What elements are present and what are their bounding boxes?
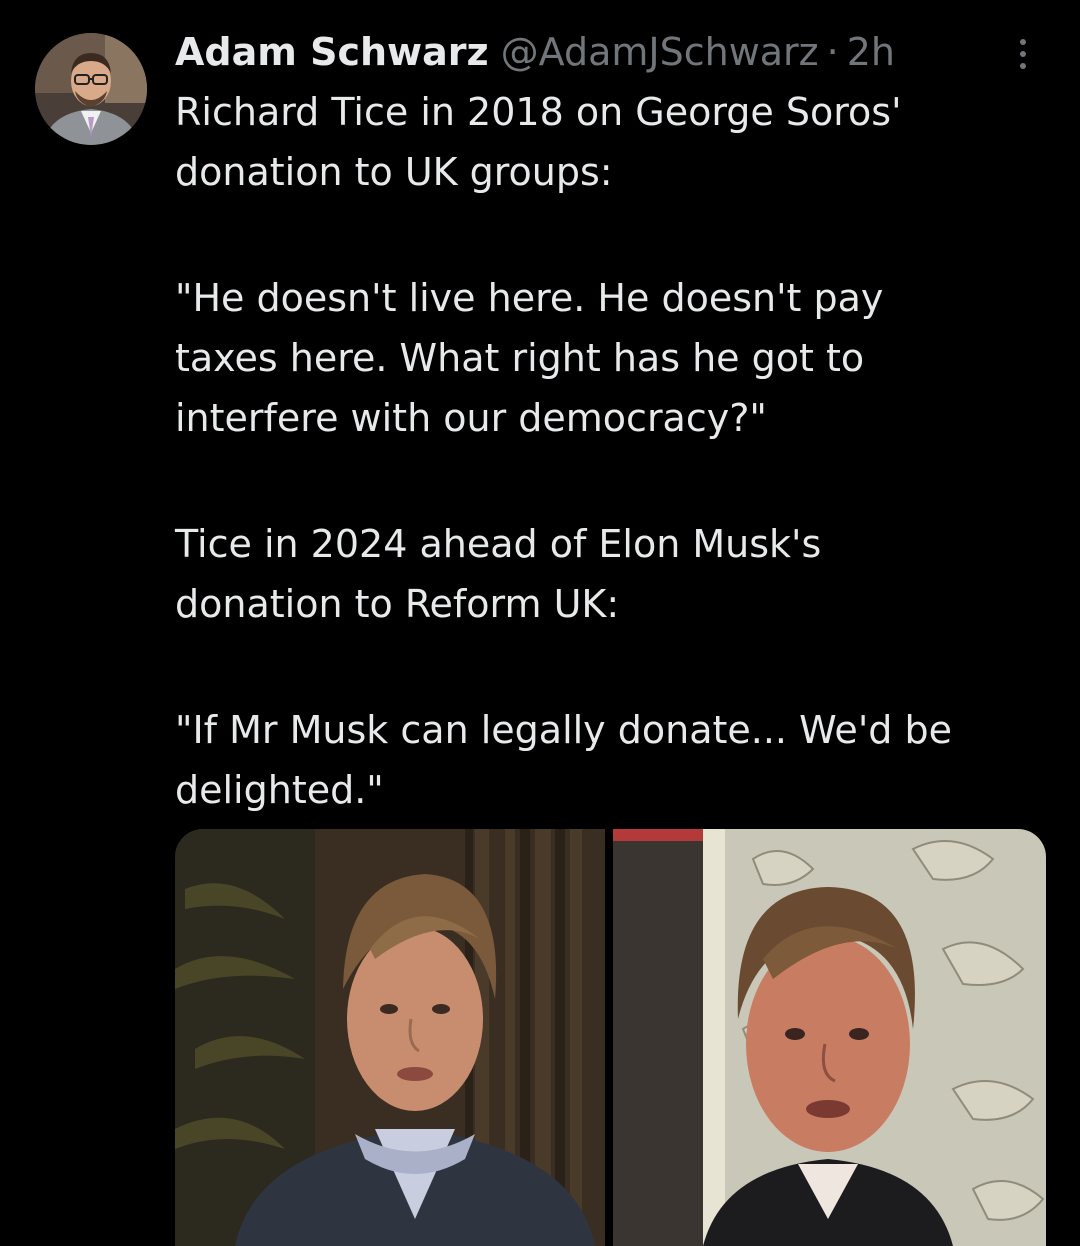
author-display-name[interactable]: Adam Schwarz — [175, 22, 489, 82]
text-line: Richard Tice in 2018 on George Soros' — [175, 90, 902, 134]
text-line: donation to Reform UK: — [175, 582, 620, 626]
author-handle[interactable]: @AdamJSchwarz — [501, 22, 819, 82]
text-line: "If Mr Musk can legally donate... We'd b… — [175, 708, 952, 752]
text-line: interfere with our democracy?" — [175, 396, 767, 440]
media-grid — [175, 829, 1046, 1246]
text-line: Tice in 2024 ahead of Elon Musk's — [175, 522, 822, 566]
tweet-text: Richard Tice in 2018 on George Soros' do… — [175, 82, 1055, 820]
text-line: "He doesn't live here. He doesn't pay — [175, 276, 884, 320]
timestamp[interactable]: 2h — [847, 22, 895, 82]
text-line: delighted." — [175, 768, 384, 812]
avatar-photo — [35, 33, 147, 145]
text-line: donation to UK groups: — [175, 150, 613, 194]
tweet[interactable]: Adam Schwarz @AdamJSchwarz · 2h Richard … — [0, 0, 1080, 1246]
media-photo-1[interactable] — [175, 829, 605, 1246]
media-photo-2[interactable] — [613, 829, 1046, 1246]
separator-dot: · — [826, 30, 839, 74]
tweet-header: Adam Schwarz @AdamJSchwarz · 2h — [175, 22, 895, 82]
text-line: taxes here. What right has he got to — [175, 336, 865, 380]
more-vertical-icon[interactable] — [1008, 34, 1038, 74]
avatar[interactable] — [35, 33, 147, 145]
